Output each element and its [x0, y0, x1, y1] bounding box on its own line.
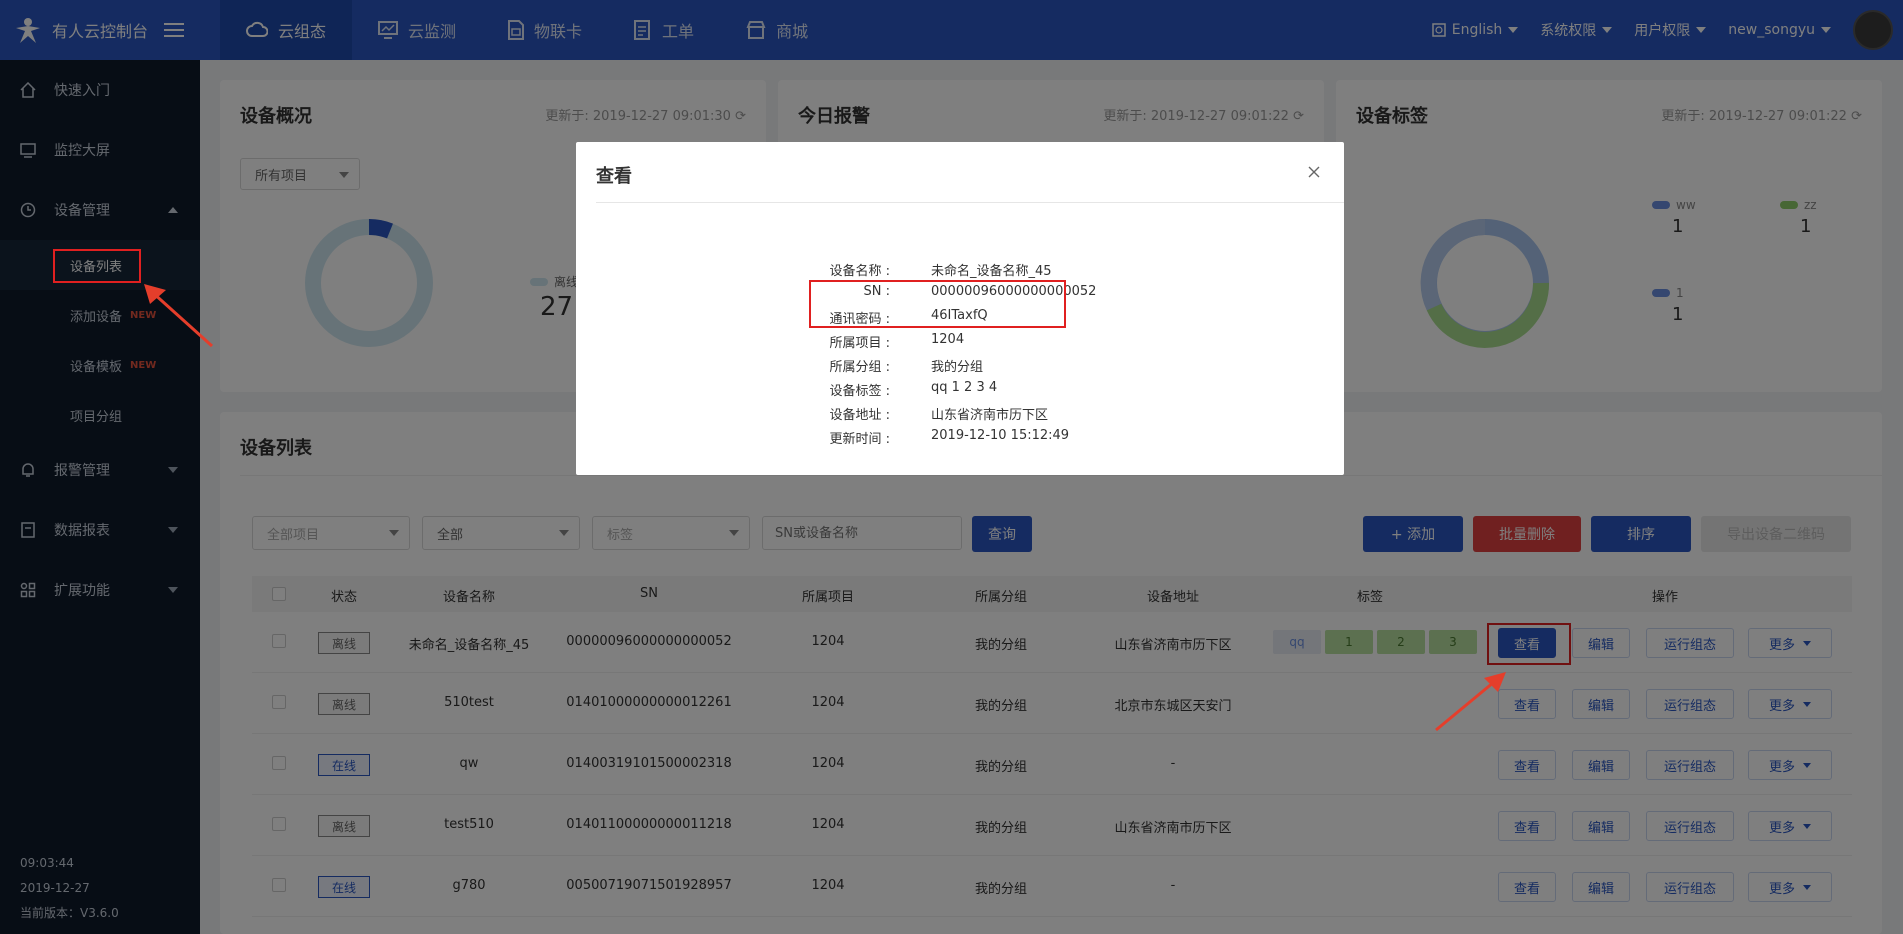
detail-label: 设备标签 :: [829, 384, 890, 399]
detail-row: 设备标签 : qq 1 2 3 4: [576, 380, 1344, 404]
detail-label: 设备名称 :: [829, 264, 890, 279]
detail-value: 我的分组: [931, 360, 984, 375]
detail-value: 2019-12-10 15:12:49: [931, 428, 1070, 443]
annotation-arrow: [1435, 672, 1506, 732]
view-device-modal: 查看 设备名称 : 未命名_设备名称_45 SN :0000009600000000…: [576, 142, 1344, 475]
highlight-box: [809, 280, 1066, 328]
detail-label: 设备地址 :: [829, 408, 890, 423]
detail-row: 更新时间 : 2019-12-10 15:12:49: [576, 428, 1344, 452]
close-icon[interactable]: [1308, 166, 1320, 178]
highlight-box: [53, 249, 141, 283]
detail-label: 所属项目 :: [829, 336, 890, 351]
annotation-arrow: [144, 284, 214, 348]
detail-row: 设备地址 : 山东省济南市历下区: [576, 404, 1344, 428]
detail-value: 1204: [931, 332, 965, 347]
detail-label: 更新时间 :: [829, 432, 890, 447]
detail-row: 所属项目 : 1204: [576, 332, 1344, 356]
detail-value: qq 1 2 3 4: [931, 380, 998, 395]
detail-value: 山东省济南市历下区: [931, 408, 1049, 423]
detail-value: 未命名_设备名称_45: [931, 264, 1052, 279]
modal-title: 查看: [596, 166, 632, 187]
detail-label: 所属分组 :: [829, 360, 890, 375]
divider: [596, 202, 1344, 203]
detail-row: 所属分组 : 我的分组: [576, 356, 1344, 380]
